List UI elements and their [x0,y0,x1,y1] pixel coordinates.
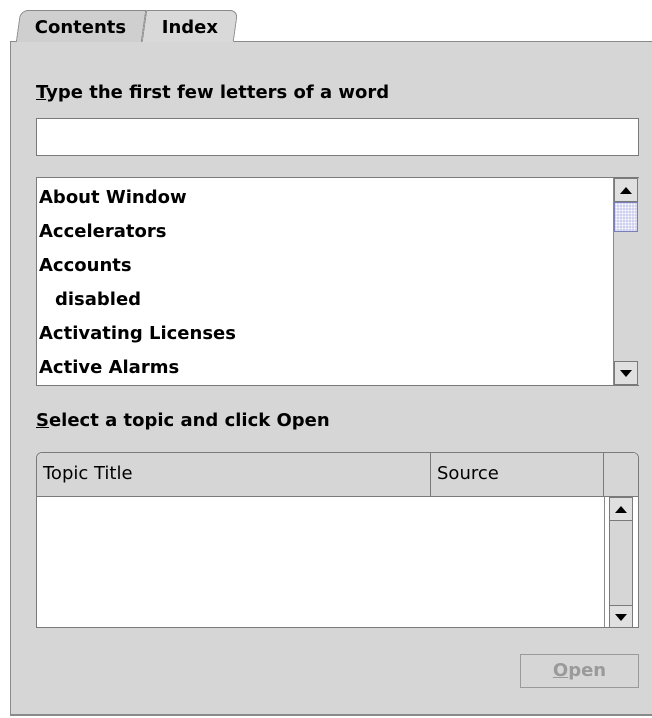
scroll-up-button[interactable] [614,178,638,202]
open-button-mnemonic: O [552,660,569,681]
list-item[interactable]: disabled [55,289,141,310]
column-header-corner [604,453,638,496]
arrow-up-icon [615,505,627,513]
column-header-topic-title[interactable]: Topic Title [37,453,431,496]
open-button[interactable]: Open [520,654,639,688]
topics-label-text: elect a topic and click Open [48,410,330,431]
tab-index-label: Index [161,17,218,38]
open-button-label: pen [568,660,607,681]
column-header-source[interactable]: Source [431,453,604,496]
list-item[interactable]: About Window [39,187,187,208]
topics-label: Select a topic and click Open [36,410,330,431]
list-item[interactable]: Active Alarms [39,357,179,378]
search-input[interactable] [36,118,639,156]
topics-label-mnemonic: S [36,410,49,431]
search-label-text: ype the first few letters of a word [46,82,390,103]
list-item[interactable]: Activating Licenses [39,323,236,344]
list-item[interactable]: Accelerators [39,221,166,242]
arrow-down-icon [615,613,627,621]
list-item[interactable]: Accounts [39,255,132,276]
table-scroll-up-button[interactable] [609,497,633,521]
arrow-down-icon [620,369,632,377]
scroll-thumb[interactable] [614,202,638,232]
tab-index[interactable]: Index [141,10,239,42]
index-list: About Window Accelerators Accounts disab… [36,177,639,386]
topics-table: Topic Title Source [36,452,639,628]
index-list-scrollbar[interactable] [613,178,639,385]
table-scroll-down-button[interactable] [609,605,633,627]
scroll-down-button[interactable] [614,361,638,385]
arrow-up-icon [620,186,632,194]
tab-contents-label: Contents [35,17,127,38]
topics-table-scrollbar[interactable] [604,497,638,627]
help-navigator: Contents Index Type the first few letter… [0,0,652,718]
table-scroll-track[interactable] [609,521,633,605]
search-label: Type the first few letters of a word [36,82,389,103]
search-label-mnemonic: T [36,82,47,103]
topics-table-header: Topic Title Source [37,453,638,497]
tab-contents[interactable]: Contents [15,10,147,42]
